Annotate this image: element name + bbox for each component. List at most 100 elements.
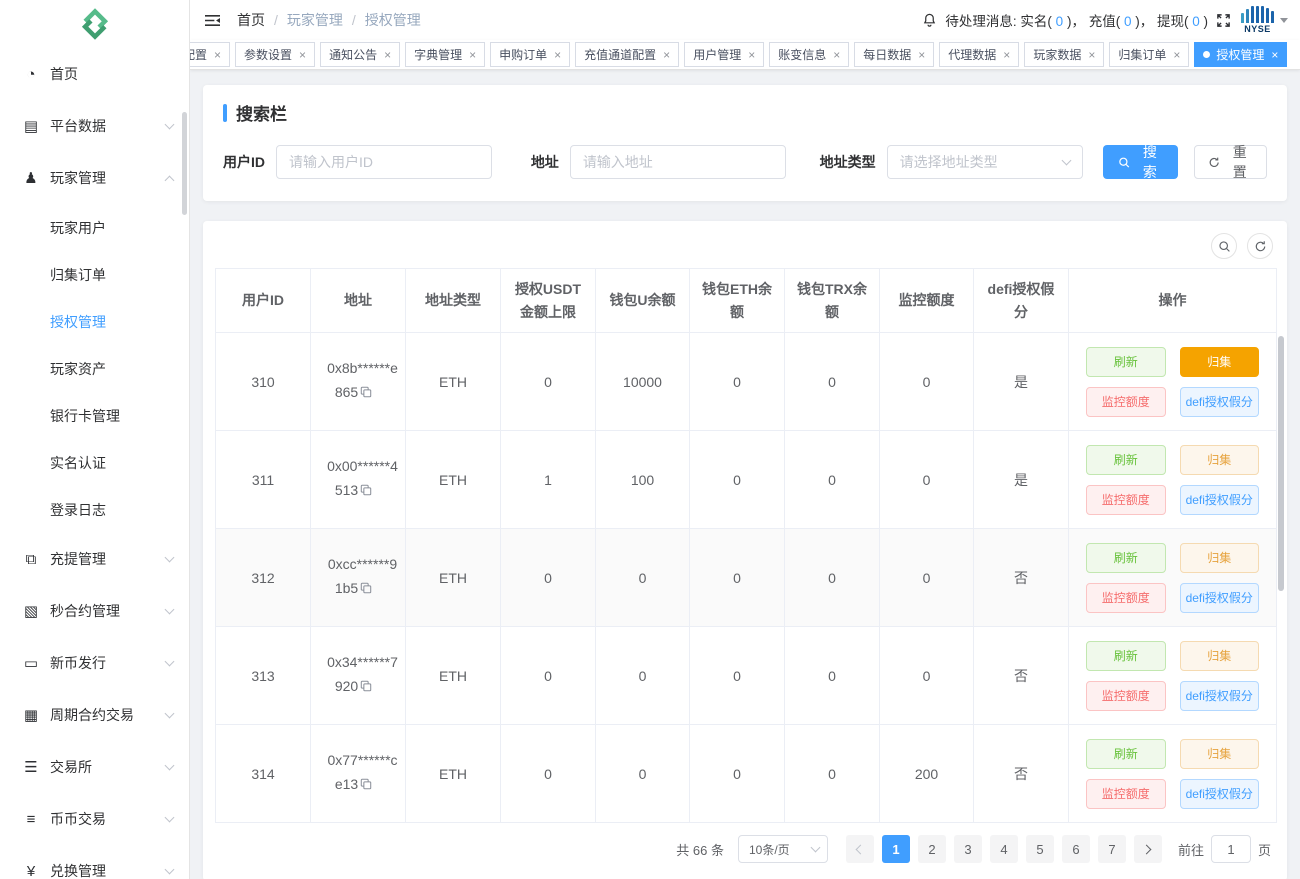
collect-button[interactable]: 归集 [1180, 445, 1260, 475]
page-button-6[interactable]: 6 [1062, 835, 1090, 863]
tab-account-changes[interactable]: 账变信息× [769, 42, 849, 67]
close-icon[interactable]: × [384, 49, 391, 61]
breadcrumb-player-management[interactable]: 玩家管理 [287, 10, 343, 30]
breadcrumb-home[interactable]: 首页 [237, 10, 265, 30]
page-button-1[interactable]: 1 [882, 835, 910, 863]
tab-agent-data[interactable]: 代理数据× [939, 42, 1019, 67]
tab-config[interactable]: 配置× [190, 42, 230, 67]
sidebar-item-player-management[interactable]: ♟ 玩家管理 [0, 152, 189, 204]
close-icon[interactable]: × [1003, 49, 1010, 61]
copy-icon[interactable] [360, 676, 372, 700]
page-button-3[interactable]: 3 [954, 835, 982, 863]
tab-user-management[interactable]: 用户管理× [684, 42, 764, 67]
address-type-select[interactable]: 请选择地址类型 [887, 145, 1084, 179]
close-icon[interactable]: × [554, 49, 561, 61]
app-logo[interactable] [0, 0, 189, 48]
sidebar-item-swap-management[interactable]: ¥ 兑换管理 [0, 845, 189, 879]
sidebar-item-cycle-contract-trade[interactable]: ▦ 周期合约交易 [0, 689, 189, 741]
reset-button[interactable]: 重置 [1194, 145, 1267, 179]
search-button[interactable]: 搜索 [1103, 145, 1178, 179]
sidebar-item-new-coin-issue[interactable]: ▭ 新币发行 [0, 637, 189, 689]
copy-icon[interactable] [360, 578, 372, 602]
sidebar-item-authorization-management[interactable]: 授权管理 [0, 298, 189, 345]
tab-notice[interactable]: 通知公告× [320, 42, 400, 67]
tab-recharge-channel[interactable]: 充值通道配置× [575, 42, 679, 67]
close-icon[interactable]: × [1173, 49, 1180, 61]
sidebar-item-player-users[interactable]: 玩家用户 [0, 204, 189, 251]
close-icon[interactable]: × [1271, 49, 1278, 61]
next-page-button[interactable] [1134, 835, 1162, 863]
close-icon[interactable]: × [1088, 49, 1095, 61]
user-id-input[interactable] [276, 145, 492, 179]
monitor-quota-button[interactable]: 监控额度 [1086, 485, 1166, 515]
close-icon[interactable]: × [214, 49, 221, 61]
tab-parameter-settings[interactable]: 参数设置× [235, 42, 315, 67]
tags-view-bar: 配置× 参数设置× 通知公告× 字典管理× 申购订单× 充值通道配置× 用户管理… [190, 40, 1300, 70]
collect-button[interactable]: 归集 [1180, 543, 1260, 573]
prev-page-button[interactable] [846, 835, 874, 863]
page-button-2[interactable]: 2 [918, 835, 946, 863]
tab-collection-orders[interactable]: 归集订单× [1109, 42, 1189, 67]
sidebar-item-bank-card-management[interactable]: 银行卡管理 [0, 392, 189, 439]
close-icon[interactable]: × [918, 49, 925, 61]
table-refresh-button[interactable] [1247, 233, 1273, 259]
refresh-button[interactable]: 刷新 [1086, 641, 1166, 671]
page-button-7[interactable]: 7 [1098, 835, 1126, 863]
refresh-button[interactable]: 刷新 [1086, 543, 1166, 573]
logo-icon [77, 6, 113, 42]
close-icon[interactable]: × [663, 49, 670, 61]
page-button-4[interactable]: 4 [990, 835, 1018, 863]
close-icon[interactable]: × [748, 49, 755, 61]
tab-subscription-orders[interactable]: 申购订单× [490, 42, 570, 67]
collapse-sidebar-button[interactable] [204, 13, 221, 28]
copy-icon[interactable] [360, 480, 372, 504]
tab-dictionary[interactable]: 字典管理× [405, 42, 485, 67]
sidebar-item-platform-data[interactable]: ▤ 平台数据 [0, 100, 189, 152]
sidebar-item-exchange[interactable]: ☰ 交易所 [0, 741, 189, 793]
table-scrollbar[interactable] [1278, 336, 1284, 591]
collect-button[interactable]: 归集 [1180, 347, 1260, 377]
defi-auth-button[interactable]: defi授权假分 [1180, 681, 1260, 711]
page-button-5[interactable]: 5 [1026, 835, 1054, 863]
defi-auth-button[interactable]: defi授权假分 [1180, 583, 1260, 613]
address-input[interactable] [570, 145, 786, 179]
defi-auth-button[interactable]: defi授权假分 [1180, 485, 1260, 515]
refresh-button[interactable]: 刷新 [1086, 347, 1166, 377]
sidebar-item-home[interactable]: ◔ 首页 [0, 48, 189, 100]
tab-authorization-management[interactable]: 授权管理× [1194, 42, 1287, 67]
refresh-button[interactable]: 刷新 [1086, 739, 1166, 769]
copy-icon[interactable] [360, 382, 372, 406]
close-icon[interactable]: × [833, 49, 840, 61]
close-icon[interactable]: × [469, 49, 476, 61]
sidebar-item-player-assets[interactable]: 玩家资产 [0, 345, 189, 392]
monitor-quota-button[interactable]: 监控额度 [1086, 681, 1166, 711]
fullscreen-icon[interactable] [1216, 13, 1231, 28]
sidebar-item-deposit-withdraw[interactable]: ⧉ 充提管理 [0, 533, 189, 585]
monitor-quota-button[interactable]: 监控额度 [1086, 387, 1166, 417]
sidebar-scrollbar[interactable] [182, 112, 187, 215]
page-size-select[interactable]: 10条/页 [738, 835, 828, 863]
collect-button[interactable]: 归集 [1180, 739, 1260, 769]
sidebar-item-collection-orders[interactable]: 归集订单 [0, 251, 189, 298]
copy-icon[interactable] [360, 774, 372, 798]
user-menu[interactable]: NYSE [1241, 6, 1288, 34]
sidebar-item-coin-coin-trade[interactable]: ≡ 币币交易 [0, 793, 189, 845]
tab-player-data[interactable]: 玩家数据× [1024, 42, 1104, 67]
goto-page-input[interactable] [1211, 835, 1251, 863]
refresh-button[interactable]: 刷新 [1086, 445, 1166, 475]
cell-u-balance: 100 [596, 431, 690, 529]
close-icon[interactable]: × [299, 49, 306, 61]
sidebar-item-seconds-contract[interactable]: ▧ 秒合约管理 [0, 585, 189, 637]
monitor-quota-button[interactable]: 监控额度 [1086, 779, 1166, 809]
chevron-down-icon [165, 120, 175, 130]
sidebar-item-real-name-auth[interactable]: 实名认证 [0, 439, 189, 486]
collect-button[interactable]: 归集 [1180, 641, 1260, 671]
msg-withdraw-label: 提现 [1157, 14, 1184, 29]
defi-auth-button[interactable]: defi授权假分 [1180, 387, 1260, 417]
table-search-toggle-button[interactable] [1211, 233, 1237, 259]
sidebar-item-login-logs[interactable]: 登录日志 [0, 486, 189, 533]
monitor-quota-button[interactable]: 监控额度 [1086, 583, 1166, 613]
tab-daily-data[interactable]: 每日数据× [854, 42, 934, 67]
bell-icon[interactable] [922, 12, 937, 28]
defi-auth-button[interactable]: defi授权假分 [1180, 779, 1260, 809]
